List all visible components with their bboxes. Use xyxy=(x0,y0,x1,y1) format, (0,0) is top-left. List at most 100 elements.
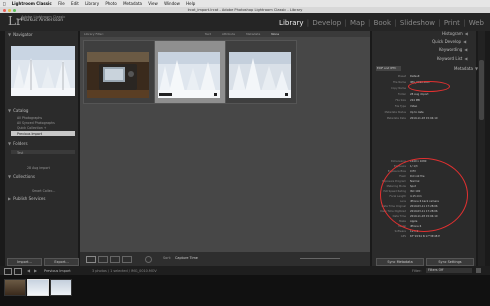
catalog-quick-collection[interactable]: Quick Collection + xyxy=(17,126,46,130)
keyword-list-header[interactable]: Keyword List ◀ xyxy=(437,56,469,62)
menu-file[interactable]: File xyxy=(58,1,65,6)
thumbnail-snow-selected[interactable] xyxy=(158,52,220,98)
filter-text[interactable]: Text xyxy=(205,32,211,36)
catalog-all-synced[interactable]: All Synced Photographs xyxy=(17,121,55,125)
filter-lock-icon[interactable] xyxy=(476,268,481,273)
import-button[interactable]: Import... xyxy=(7,258,42,266)
navigator-thumbnail-image xyxy=(11,46,75,96)
module-picker: Library | Develop | Map | Book | Slidesh… xyxy=(279,19,484,27)
collections-header[interactable]: ▼ Collections xyxy=(8,174,35,180)
window-title: lrcat_import.lrcat - Adobe Photoshop Lig… xyxy=(187,8,303,12)
survey-view-icon[interactable] xyxy=(122,256,132,263)
filter-dropdown[interactable]: Filters Off xyxy=(426,267,472,273)
menu-library[interactable]: Library xyxy=(85,1,99,6)
close-window-button[interactable] xyxy=(3,8,6,12)
grid-icon[interactable] xyxy=(14,268,22,275)
thumbnail-camera[interactable] xyxy=(87,52,149,98)
snow-forest-image xyxy=(158,52,220,98)
sync-settings-button[interactable]: Sync Settings xyxy=(426,258,474,266)
metadata-header[interactable]: Metadata ▼ xyxy=(454,66,480,72)
metadata-value[interactable]: 67°19'44 N 17°36'48 E xyxy=(410,235,440,238)
menu-app-name[interactable]: Lightroom Classic xyxy=(12,1,52,6)
catalog-header[interactable]: ▼ Catalog xyxy=(8,108,28,114)
module-book[interactable]: Book xyxy=(374,19,391,27)
metadata-value[interactable]: 28 Aug import xyxy=(410,93,429,96)
histogram-header[interactable]: Histogram ◀ xyxy=(442,31,470,37)
metadata-value[interactable]: Default xyxy=(410,75,419,78)
module-develop[interactable]: Develop xyxy=(312,19,341,27)
menu-view[interactable]: View xyxy=(148,1,158,6)
mac-menu-bar:  Lightroom Classic File Edit Library Ph… xyxy=(0,0,490,7)
navigator-preview[interactable] xyxy=(11,46,75,96)
export-button[interactable]: Export... xyxy=(44,258,79,266)
library-filter-bar: Library Filter: Text Attribute Metadata … xyxy=(80,31,370,37)
compare-view-icon[interactable] xyxy=(110,256,120,263)
collection-smart[interactable]: Smart Collec... xyxy=(32,189,55,193)
module-web[interactable]: Web xyxy=(469,19,484,27)
folders-header[interactable]: ▼ Folders xyxy=(8,141,28,147)
sort-dropdown[interactable]: Capture Time xyxy=(175,256,198,260)
metadata-label: GPS xyxy=(400,235,406,238)
sync-metadata-button[interactable]: Sync Metadata xyxy=(376,258,424,266)
metadata-label: Copy Name xyxy=(390,87,406,90)
filmstrip xyxy=(0,275,490,306)
thumbnail-snow-2[interactable] xyxy=(229,52,291,98)
publish-services-header[interactable]: ▶ Publish Services xyxy=(8,196,45,202)
folders-drive[interactable]: Test xyxy=(17,151,23,155)
zoom-window-button[interactable] xyxy=(13,8,16,12)
menu-edit[interactable]: Edit xyxy=(71,1,79,6)
metadata-label: File Name xyxy=(393,81,406,84)
red-annotation-ellipse-filename xyxy=(408,81,450,92)
menu-metadata[interactable]: Metadata xyxy=(123,1,142,6)
module-library[interactable]: Library xyxy=(279,19,303,27)
metadata-label: File Type xyxy=(394,105,406,108)
filter-attribute[interactable]: Attribute xyxy=(222,32,235,36)
module-map[interactable]: Map xyxy=(350,19,365,27)
grid-view-icon[interactable] xyxy=(86,256,96,263)
module-print[interactable]: Print xyxy=(444,19,460,27)
menu-window[interactable]: Window xyxy=(164,1,180,6)
metadata-label: File Size xyxy=(395,99,407,102)
filmstrip-thumb-snow-selected[interactable] xyxy=(27,279,49,296)
sort-label: Sort: xyxy=(163,256,172,260)
metadata-value[interactable]: 2019-11-03 15:04:10 xyxy=(410,117,438,120)
filmstrip-thumb-snow[interactable] xyxy=(50,279,72,296)
loupe-view-icon[interactable] xyxy=(98,256,108,263)
module-slideshow[interactable]: Slideshow xyxy=(400,19,435,27)
navigator-header[interactable]: ▼ Navigator xyxy=(8,32,33,38)
menu-photo[interactable]: Photo xyxy=(105,1,116,6)
lightroom-logo: Lr xyxy=(8,14,22,28)
catalog-previous-import[interactable]: Previous Import xyxy=(17,132,42,136)
metadata-label: Folder xyxy=(397,93,406,96)
secondary-display-icon[interactable] xyxy=(4,268,12,275)
filmstrip-status: 3 photos / 1 selected / IMG_0010.MOV xyxy=(92,268,157,273)
identity-plate: Adobe Lightroom Classic Markus Andersson xyxy=(21,15,65,24)
apple-icon[interactable]:  xyxy=(3,1,5,6)
keywording-header[interactable]: Keywording ◀ xyxy=(439,47,469,53)
metadata-value[interactable]: 224 MB xyxy=(410,99,420,102)
forward-arrow-icon[interactable]: ▶ xyxy=(34,268,37,273)
metadata-value[interactable]: Up to date xyxy=(410,111,424,114)
painter-icon[interactable] xyxy=(145,256,152,263)
thumbnail-badge-icon-2 xyxy=(285,93,288,96)
red-annotation-ellipse-exif xyxy=(380,158,468,232)
catalog-all-photographs[interactable]: All Photographs xyxy=(17,116,42,120)
snow-forest-image-2 xyxy=(229,52,291,98)
metadata-label: Software xyxy=(394,230,406,233)
thumbnail-size-slider[interactable] xyxy=(300,258,340,259)
metadata-value[interactable]: Video xyxy=(410,105,417,108)
quick-develop-header[interactable]: Quick Develop ◀ xyxy=(432,39,468,45)
filter-metadata[interactable]: Metadata xyxy=(246,32,260,36)
video-duration-badge xyxy=(159,93,172,96)
library-filter-label: Library Filter: xyxy=(84,32,104,36)
filter-none[interactable]: None xyxy=(271,32,279,36)
minimize-window-button[interactable] xyxy=(8,8,11,12)
back-arrow-icon[interactable]: ◀ xyxy=(27,268,30,273)
filmstrip-source[interactable]: Previous Import xyxy=(44,269,71,273)
camera-photo-image xyxy=(87,52,149,98)
metadata-preset-dropdown[interactable]: EXIF and IPTC xyxy=(376,66,401,71)
metadata-label: Metadata Date xyxy=(386,117,406,120)
menu-help[interactable]: Help xyxy=(186,1,195,6)
folder-item[interactable]: 28 Aug import xyxy=(27,166,50,170)
filmstrip-thumb-camera[interactable] xyxy=(4,279,26,296)
